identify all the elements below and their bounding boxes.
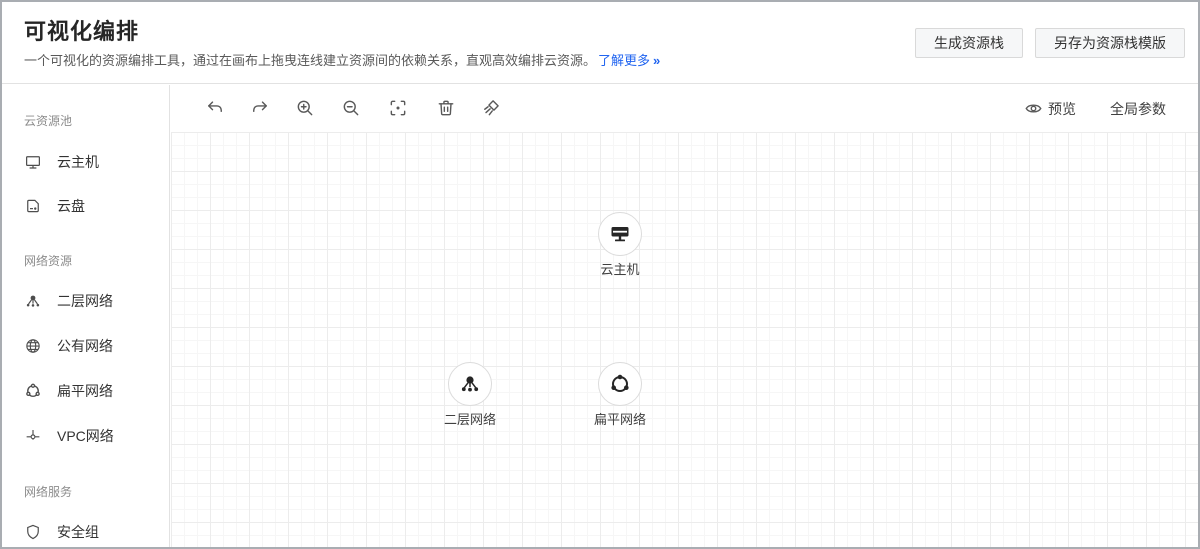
node-label: 二层网络 [430, 409, 510, 428]
canvas-node-flat-network[interactable]: 扁平网络 [580, 362, 660, 428]
sidebar-item-security-group[interactable]: 安全组 [2, 520, 170, 544]
preview-label: 预览 [1048, 99, 1076, 119]
page-header: 可视化编排 一个可视化的资源编排工具，通过在画布上拖曳连线建立资源间的依赖关系，… [2, 2, 1198, 84]
fit-view-button[interactable] [384, 94, 412, 122]
host-icon [24, 153, 42, 171]
header-actions: 生成资源栈 另存为资源栈模版 [915, 28, 1185, 58]
sidebar-item-host[interactable]: 云主机 [2, 150, 170, 174]
node-circle [598, 212, 642, 256]
sidebar-item-vpc-network[interactable]: VPC网络 [2, 424, 170, 448]
global-params-button[interactable]: 全局参数 [1110, 99, 1166, 119]
section-title-network-resources: 网络资源 [24, 252, 72, 269]
sidebar-item-label: 公有网络 [57, 336, 113, 356]
eye-icon [1025, 100, 1042, 117]
host-node-icon [608, 222, 632, 246]
flat-network-icon [24, 382, 42, 400]
l2-network-icon [24, 292, 42, 310]
sidebar-item-label: 云主机 [57, 152, 99, 172]
generate-stack-button[interactable]: 生成资源栈 [915, 28, 1023, 58]
public-network-icon [24, 337, 42, 355]
zoom-in-icon [295, 98, 315, 118]
node-circle [598, 362, 642, 406]
zoom-in-button[interactable] [291, 94, 319, 122]
node-label: 扁平网络 [580, 409, 660, 428]
toolbar-right-group: 预览 全局参数 [1025, 85, 1166, 132]
canvas-node-l2-network[interactable]: 二层网络 [430, 362, 510, 428]
resource-sidebar: 云资源池 云主机 云盘 网络资源 [2, 85, 170, 547]
save-as-stack-template-button[interactable]: 另存为资源栈模版 [1035, 28, 1185, 58]
sidebar-item-disk[interactable]: 云盘 [2, 194, 170, 218]
subtitle-text: 一个可视化的资源编排工具，通过在画布上拖曳连线建立资源间的依赖关系，直观高效编排… [24, 53, 596, 68]
global-params-label: 全局参数 [1110, 99, 1166, 119]
l2-network-node-icon [458, 372, 482, 396]
preview-button[interactable]: 预览 [1025, 99, 1076, 119]
canvas-node-host[interactable]: 云主机 [580, 212, 660, 278]
clear-canvas-button[interactable] [477, 94, 505, 122]
sidebar-item-label: VPC网络 [57, 426, 114, 446]
page-title: 可视化编排 [24, 14, 139, 46]
double-chevron-right-icon[interactable]: » [653, 53, 660, 68]
sidebar-item-l2-network[interactable]: 二层网络 [2, 289, 170, 313]
canvas-toolbar: 预览 全局参数 [171, 85, 1198, 132]
zoom-out-icon [341, 98, 361, 118]
fit-view-icon [388, 98, 408, 118]
sidebar-item-label: 扁平网络 [57, 381, 113, 401]
sidebar-item-flat-network[interactable]: 扁平网络 [2, 379, 170, 403]
visual-orchestration-window: 可视化编排 一个可视化的资源编排工具，通过在画布上拖曳连线建立资源间的依赖关系，… [0, 0, 1200, 549]
flat-network-node-icon [608, 372, 632, 396]
node-circle [448, 362, 492, 406]
disk-icon [24, 197, 42, 215]
vpc-network-icon [24, 427, 42, 445]
node-label: 云主机 [580, 259, 660, 278]
undo-button[interactable] [201, 94, 229, 122]
security-group-icon [24, 523, 42, 541]
sidebar-item-label: 二层网络 [57, 291, 113, 311]
redo-button[interactable] [246, 94, 274, 122]
sidebar-item-public-network[interactable]: 公有网络 [2, 334, 170, 358]
delete-button[interactable] [432, 94, 460, 122]
zoom-out-button[interactable] [337, 94, 365, 122]
learn-more-link[interactable]: 了解更多 [598, 53, 650, 68]
redo-icon [250, 98, 270, 118]
orchestration-canvas: 预览 全局参数 云主机 [171, 85, 1198, 547]
trash-icon [436, 98, 456, 118]
undo-icon [205, 98, 225, 118]
page-subtitle: 一个可视化的资源编排工具，通过在画布上拖曳连线建立资源间的依赖关系，直观高效编排… [24, 50, 660, 69]
clear-brush-icon [481, 98, 501, 118]
section-title-network-services: 网络服务 [24, 483, 72, 500]
sidebar-item-label: 云盘 [57, 196, 85, 216]
section-title-cloud-pool: 云资源池 [24, 112, 72, 129]
sidebar-item-label: 安全组 [57, 522, 99, 542]
canvas-grid[interactable]: 云主机 二层网络 [171, 132, 1198, 547]
